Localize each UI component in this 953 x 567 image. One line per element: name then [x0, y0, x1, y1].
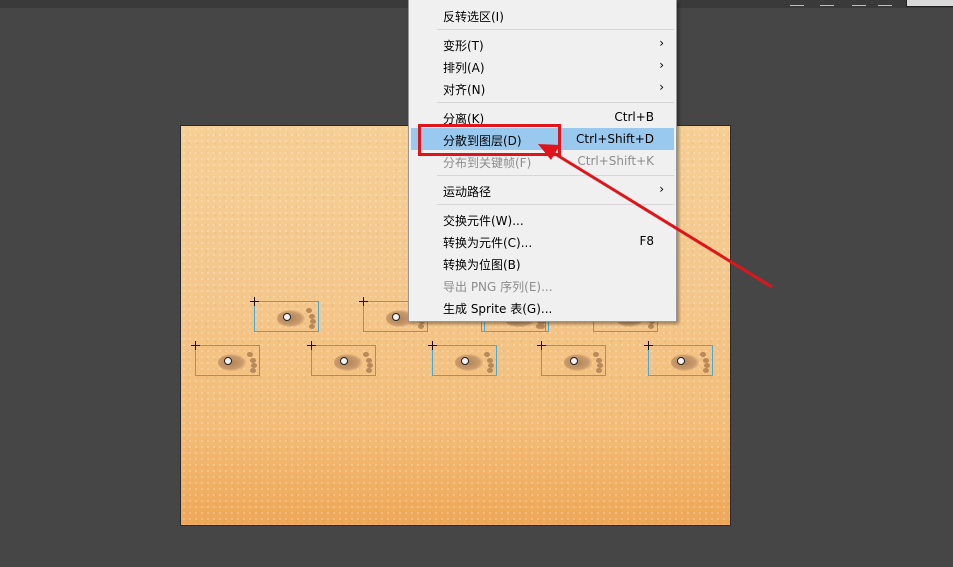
annotation-arrow	[538, 144, 773, 289]
